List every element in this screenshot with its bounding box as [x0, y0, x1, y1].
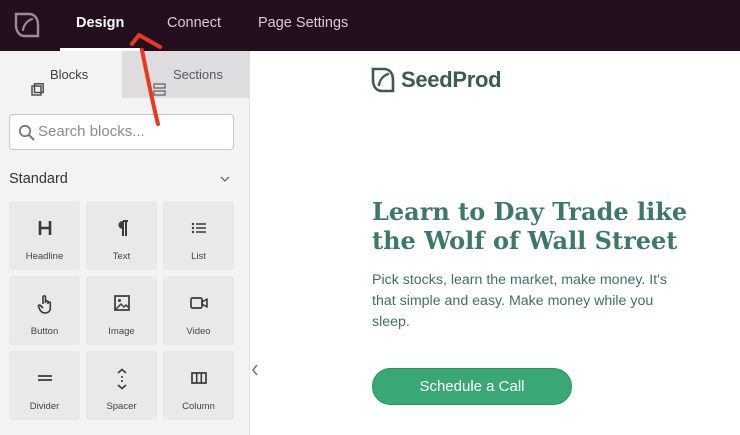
block-headline[interactable]: Headline: [9, 201, 80, 270]
block-label: List: [191, 251, 206, 262]
video-icon: [163, 293, 234, 315]
tab-sections-label: Sections: [173, 67, 223, 82]
spacer-icon: [86, 368, 157, 390]
block-column[interactable]: Column: [163, 351, 234, 420]
headline-icon: [9, 218, 80, 240]
tab-page-settings[interactable]: Page Settings: [258, 0, 348, 51]
block-label: Spacer: [106, 401, 137, 412]
block-image[interactable]: Image: [86, 276, 157, 345]
chevron-down-icon[interactable]: [218, 172, 232, 186]
block-label: Image: [108, 326, 135, 337]
block-label: Column: [182, 401, 215, 412]
page-subtext: Pick stocks, learn the market, make mone…: [372, 272, 667, 330]
block-video[interactable]: Video: [163, 276, 234, 345]
block-button[interactable]: Button: [9, 276, 80, 345]
tab-sections[interactable]: Sections: [122, 51, 250, 98]
tab-connect[interactable]: Connect: [167, 0, 221, 51]
pointer-icon: [9, 293, 80, 315]
search-placeholder: Search blocks...: [38, 123, 145, 140]
tab-design[interactable]: Design: [60, 0, 140, 51]
divider-icon: [9, 368, 80, 390]
block-divider[interactable]: Divider: [9, 351, 80, 420]
paragraph-icon: [86, 218, 157, 240]
column-icon: [163, 368, 234, 390]
tab-blocks-label: Blocks: [50, 67, 89, 82]
top-bar: Design Connect Page Settings: [0, 0, 740, 51]
block-text[interactable]: Text: [86, 201, 157, 270]
list-icon: [163, 218, 234, 240]
block-spacer[interactable]: Spacer: [86, 351, 157, 420]
tab-design-label: Design: [76, 15, 125, 31]
block-list[interactable]: List: [163, 201, 234, 270]
page-headline: Learn to Day Trade like the Wolf of Wall…: [372, 197, 688, 255]
block-label: Divider: [29, 401, 60, 412]
brand-name: SeedProd: [401, 67, 502, 92]
sidebar: Blocks Sections Search blocks... Standar…: [0, 51, 250, 435]
tab-connect-label: Connect: [167, 15, 222, 31]
sections-icon: [153, 68, 166, 96]
seedprod-leaf-icon: [371, 67, 395, 93]
collapse-sidebar-icon[interactable]: [250, 362, 260, 378]
block-label: Headline: [25, 251, 64, 262]
block-label: Text: [112, 251, 131, 262]
seedprod-logo-icon[interactable]: [12, 10, 42, 40]
tab-page-settings-label: Page Settings: [258, 15, 349, 31]
image-icon: [86, 293, 157, 315]
search-icon: [18, 124, 35, 141]
blocks-icon: [31, 68, 44, 96]
tab-blocks[interactable]: Blocks: [0, 51, 122, 98]
block-label: Video: [186, 326, 211, 337]
search-input[interactable]: Search blocks...: [9, 114, 234, 150]
block-label: Button: [30, 326, 59, 337]
standard-section-title: Standard: [9, 171, 68, 187]
schedule-call-button[interactable]: Schedule a Call: [372, 368, 572, 405]
